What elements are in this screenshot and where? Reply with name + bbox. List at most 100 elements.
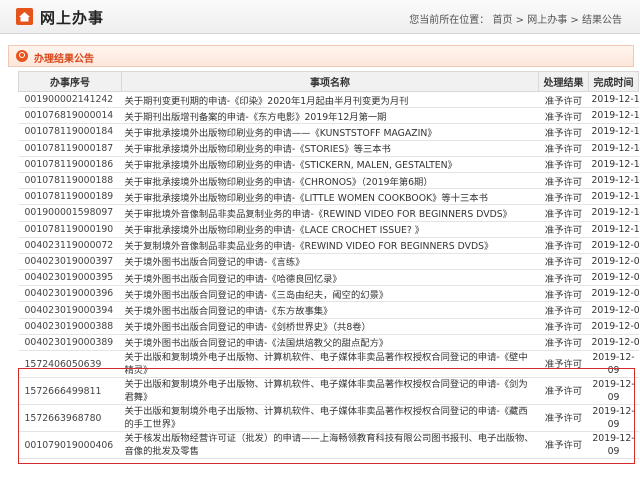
- table-row[interactable]: 001900001598097 关于审批境外音像制品非卖品复制业务的申请-《REW…: [18, 204, 639, 222]
- row-date: 2019-12-09: [588, 377, 639, 405]
- search-icon: [16, 50, 28, 62]
- row-date: 2019-12-10: [588, 140, 639, 157]
- table-row[interactable]: 004023019000389 关于境外图书出版合同登记的申请-《法国烘焙教父的甜…: [18, 334, 639, 352]
- table-row[interactable]: 004023119000072 关于复制境外音像制品非卖品业务的申请-《REWIN…: [18, 237, 639, 254]
- row-result: 准予许可: [538, 431, 589, 459]
- row-result: 准予许可: [538, 91, 589, 109]
- row-id: 001078119000189: [18, 188, 122, 206]
- row-id: 004023019000397: [18, 253, 122, 271]
- breadcrumb-prefix: 您当前所在位置：: [409, 15, 490, 26]
- row-item-name[interactable]: 关于境外图书出版合同登记的申请-《东方故事集》: [121, 301, 539, 319]
- row-item-name[interactable]: 关于出版和复制境外电子出版物、计算机软件、电子媒体非卖品著作权授权合同登记的申请…: [121, 350, 539, 378]
- table-row[interactable]: 004023019000396 关于境外图书出版合同登记的申请-《三岛由纪夫，阈空…: [18, 285, 639, 303]
- app-title: 网上办事: [40, 9, 105, 27]
- row-date: 2019-12-10: [588, 156, 639, 173]
- row-item-name[interactable]: 关于审批承接境外出版物印刷业务的申请-《LITTLE WOMEN COOKBOO…: [121, 188, 539, 206]
- row-item-name[interactable]: 关于境外图书出版合同登记的申请-《三岛由纪夫，阈空的幻景》: [121, 285, 539, 303]
- row-item-name[interactable]: 关于期刊变更刊期的申请-《印染》2020年1月起由半月刊变更为月刊: [121, 91, 539, 109]
- table-row[interactable]: 1572663968780 关于出版和复制境外电子出版物、计算机软件、电子媒体非卖…: [18, 404, 639, 432]
- row-id: 001078119000188: [18, 172, 122, 190]
- row-date: 2019-12-09: [588, 334, 639, 352]
- row-date: 2019-12-09: [588, 301, 639, 319]
- row-id: 004023019000388: [18, 318, 122, 335]
- row-item-name[interactable]: 关于出版和复制境外电子出版物、计算机软件、电子媒体非卖品著作权授权合同登记的申请…: [121, 404, 539, 432]
- row-id: 004023019000395: [18, 269, 122, 287]
- row-item-name[interactable]: 关于审批承接境外出版物印刷业务的申请-《CHRONOS》（2019年第6期）: [121, 172, 539, 190]
- breadcrumb-result-notice[interactable]: 结果公告: [582, 15, 622, 26]
- row-item-name[interactable]: 关于审批承接境外出版物印刷业务的申请-《STICKERN, MALEN, GES…: [121, 156, 539, 173]
- table-row[interactable]: 004023019000388 关于境外图书出版合同登记的申请-《剑桥世界史》（共…: [18, 318, 639, 335]
- row-item-name[interactable]: 关于境外图书出版合同登记的申请-《剑桥世界史》（共8卷）: [121, 318, 539, 335]
- row-result: 准予许可: [538, 269, 589, 287]
- row-id: 004023019000394: [18, 301, 122, 319]
- breadcrumb: 您当前所在位置： 首页 > 网上办事 > 结果公告: [409, 11, 622, 26]
- row-result: 准予许可: [538, 377, 589, 405]
- row-id: 001079019000406: [18, 431, 122, 459]
- row-id: 004023019000396: [18, 285, 122, 303]
- row-id: 001078119000184: [18, 123, 122, 141]
- row-result: 准予许可: [538, 318, 589, 335]
- row-id: 001078119000190: [18, 221, 122, 238]
- row-id: 004023119000072: [18, 237, 122, 254]
- row-item-name[interactable]: 关于境外图书出版合同登记的申请-《法国烘焙教父的甜点配方》: [121, 334, 539, 352]
- row-date: 2019-12-10: [588, 123, 639, 141]
- table-row[interactable]: 004023019000394 关于境外图书出版合同登记的申请-《东方故事集》 准予…: [18, 301, 639, 319]
- table-row[interactable]: 001078119000186 关于审批承接境外出版物印刷业务的申请-《STICK…: [18, 156, 639, 173]
- table-row[interactable]: 001079019000406 关于核发出版物经营许可证（批发）的申请——上海畅领…: [18, 431, 639, 459]
- row-id: 001078119000187: [18, 140, 122, 157]
- table-row[interactable]: 001076819000014 关于期刊出版增刊备案的申请-《东方电影》2019年…: [18, 107, 639, 125]
- row-item-name[interactable]: 关于境外图书出版合同登记的申请-《言练》: [121, 253, 539, 271]
- row-item-name[interactable]: 关于审批承接境外出版物印刷业务的申请-《LACE CROCHET ISSUE? …: [121, 221, 539, 238]
- row-result: 准予许可: [538, 334, 589, 352]
- row-item-name[interactable]: 关于审批承接境外出版物印刷业务的申请-《STORIES》等三本书: [121, 140, 539, 157]
- table-row[interactable]: 001078119000189 关于审批承接境外出版物印刷业务的申请-《LITTL…: [18, 188, 639, 206]
- panel-header: 办理结果公告: [8, 45, 634, 67]
- breadcrumb-online-services[interactable]: 网上办事: [527, 15, 567, 26]
- row-item-name[interactable]: 关于核发出版物经营许可证（批发）的申请——上海畅领教育科技有限公司图书报刊、电子…: [121, 431, 539, 459]
- row-result: 准予许可: [538, 204, 589, 222]
- panel-title: 办理结果公告: [34, 54, 94, 65]
- row-item-name[interactable]: 关于境外图书出版合同登记的申请-《哈德良回忆录》: [121, 269, 539, 287]
- row-result: 准予许可: [538, 107, 589, 125]
- row-result: 准予许可: [538, 221, 589, 238]
- row-id: 001076819000014: [18, 107, 122, 125]
- row-date: 2019-12-10: [588, 204, 639, 222]
- row-result: 准予许可: [538, 285, 589, 303]
- row-result: 准予许可: [538, 350, 589, 378]
- breadcrumb-home[interactable]: 首页: [492, 15, 512, 26]
- table-row[interactable]: 001078119000188 关于审批承接境外出版物印刷业务的申请-《CHRON…: [18, 172, 639, 190]
- row-result: 准予许可: [538, 404, 589, 432]
- table-header-row: 办事序号 事项名称 处理结果 完成时间: [18, 71, 639, 92]
- row-item-name[interactable]: 关于复制境外音像制品非卖品业务的申请-《REWIND VIDEO FOR BEG…: [121, 237, 539, 254]
- row-date: 2019-12-10: [588, 221, 639, 238]
- row-date: 2019-12-09: [588, 237, 639, 254]
- table-row[interactable]: 001078119000190 关于审批承接境外出版物印刷业务的申请-《LACE …: [18, 221, 639, 238]
- row-result: 准予许可: [538, 172, 589, 190]
- row-result: 准予许可: [538, 140, 589, 157]
- top-bar: 网上办事 您当前所在位置： 首页 > 网上办事 > 结果公告: [0, 0, 640, 34]
- table-row[interactable]: 001900002141242 关于期刊变更刊期的申请-《印染》2020年1月起由…: [18, 91, 639, 109]
- table-row[interactable]: 004023019000395 关于境外图书出版合同登记的申请-《哈德良回忆录》准…: [18, 269, 639, 287]
- table-row[interactable]: 001078119000184 关于审批承接境外出版物印刷业务的申请——《KUNS…: [18, 123, 639, 141]
- row-result: 准予许可: [538, 237, 589, 254]
- row-date: 2019-12-09: [588, 350, 639, 378]
- row-item-name[interactable]: 关于出版和复制境外电子出版物、计算机软件、电子媒体非卖品著作权授权合同登记的申请…: [121, 377, 539, 405]
- row-date: 2019-12-10: [588, 91, 639, 109]
- row-result: 准予许可: [538, 253, 589, 271]
- column-header-date: 完成时间: [588, 71, 639, 92]
- row-id: 1572663968780: [18, 404, 122, 432]
- table-row[interactable]: 1572406050639 关于出版和复制境外电子出版物、计算机软件、电子媒体非卖…: [18, 350, 639, 378]
- row-item-name[interactable]: 关于审批境外音像制品非卖品复制业务的申请-《REWIND VIDEO FOR B…: [121, 204, 539, 222]
- home-icon: [16, 8, 33, 25]
- row-date: 2019-12-10: [588, 188, 639, 206]
- row-id: 1572666499811: [18, 377, 122, 405]
- row-result: 准予许可: [538, 188, 589, 206]
- column-header-name: 事项名称: [121, 71, 539, 92]
- table-row[interactable]: 001078119000187 关于审批承接境外出版物印刷业务的申请-《STORI…: [18, 140, 639, 157]
- table-row[interactable]: 1572666499811 关于出版和复制境外电子出版物、计算机软件、电子媒体非卖…: [18, 377, 639, 405]
- row-item-name[interactable]: 关于审批承接境外出版物印刷业务的申请——《KUNSTSTOFF MAGAZIN》: [121, 123, 539, 141]
- column-header-result: 处理结果: [538, 71, 589, 92]
- row-item-name[interactable]: 关于期刊出版增刊备案的申请-《东方电影》2019年12月第一期: [121, 107, 539, 125]
- table-row[interactable]: 004023019000397 关于境外图书出版合同登记的申请-《言练》 准予许可 2…: [18, 253, 639, 271]
- breadcrumb-separator: >: [515, 15, 525, 26]
